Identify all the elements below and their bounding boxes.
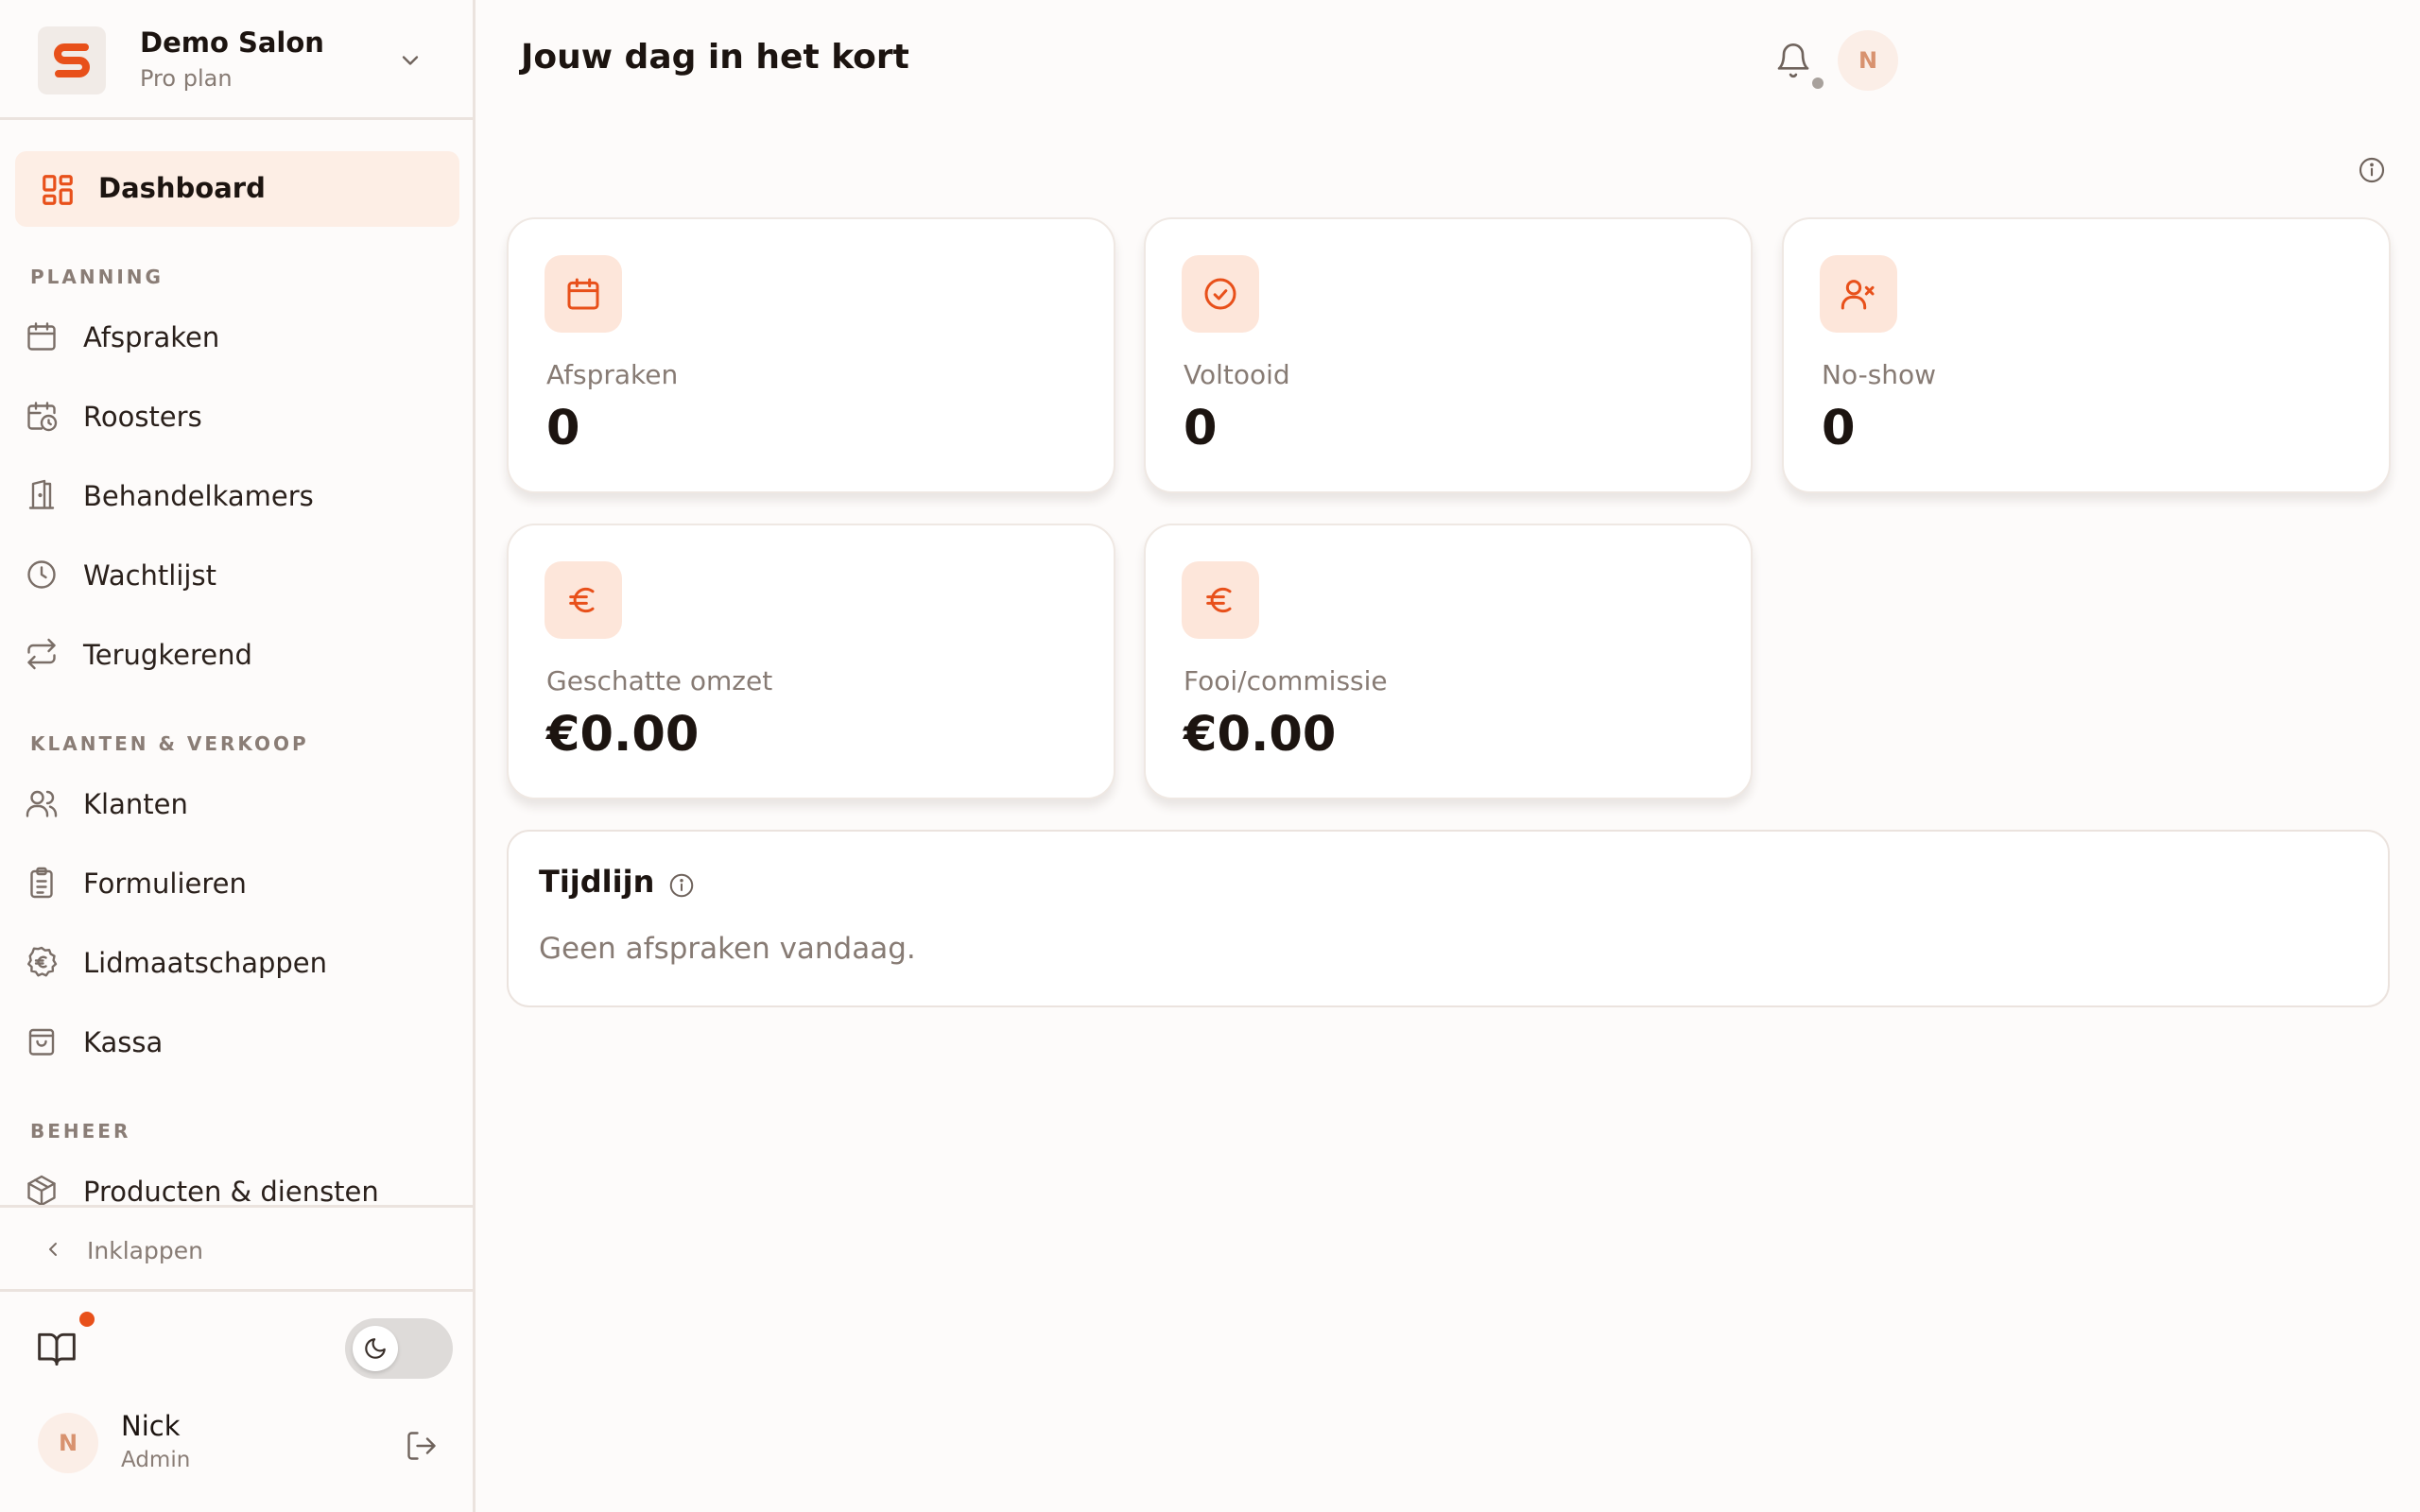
- salon-switcher[interactable]: Demo Salon Pro plan: [0, 0, 473, 120]
- salon-logo: [38, 26, 106, 94]
- stat-card-voltooid: Voltooid 0: [1144, 217, 1753, 493]
- timeline-empty-message: Geen afspraken vandaag.: [539, 932, 916, 966]
- sidebar-item-klanten[interactable]: Klanten: [15, 770, 459, 836]
- info-icon[interactable]: [2357, 155, 2387, 185]
- stat-label: No-show: [1822, 359, 1937, 390]
- sidebar-item-dashboard[interactable]: Dashboard: [15, 151, 459, 227]
- calendar-clock-icon: [25, 399, 59, 433]
- stat-label: Afspraken: [546, 359, 679, 390]
- sidebar-item-label: Formulieren: [83, 868, 247, 900]
- salon-plan: Pro plan: [140, 65, 233, 92]
- sidebar-item-label: Dashboard: [98, 172, 266, 204]
- sidebar-item-label: Lidmaatschappen: [83, 947, 328, 979]
- sidebar-item-label: Terugkerend: [83, 639, 252, 671]
- section-label-planning: PLANNING: [30, 266, 164, 288]
- collapse-label: Inklappen: [87, 1237, 203, 1264]
- stat-icon-box: [544, 255, 622, 333]
- stat-value: 0: [1184, 401, 1218, 456]
- sidebar-item-behandelkamers[interactable]: Behandelkamers: [15, 462, 459, 528]
- stat-value: 0: [1822, 401, 1856, 456]
- logout-icon[interactable]: [405, 1429, 439, 1463]
- user-avatar: N: [38, 1413, 98, 1473]
- sidebar-item-label: Wachtlijst: [83, 559, 216, 592]
- chevron-left-icon: [42, 1238, 64, 1261]
- users-icon: [25, 786, 59, 820]
- sidebar-item-roosters[interactable]: Roosters: [15, 383, 459, 449]
- calendar-icon: [25, 319, 59, 353]
- salon-name: Demo Salon: [140, 26, 324, 59]
- sidebar-item-label: Roosters: [83, 401, 202, 433]
- info-icon[interactable]: [667, 871, 696, 900]
- clipboard-list-icon: [25, 866, 59, 900]
- stat-icon-box: [544, 561, 622, 639]
- timeline-title: Tijdlijn: [539, 864, 655, 900]
- page-title: Jouw dag in het kort: [521, 38, 909, 77]
- theme-toggle-knob: [353, 1326, 398, 1371]
- dashboard-icon: [40, 172, 76, 208]
- user-name: Nick: [121, 1410, 181, 1442]
- notification-indicator: [1812, 77, 1824, 89]
- sidebar-item-label: Behandelkamers: [83, 480, 314, 512]
- sidebar-item-wachtlijst[interactable]: Wachtlijst: [15, 541, 459, 608]
- stat-label: Geschatte omzet: [546, 665, 773, 696]
- package-icon: [25, 1174, 59, 1205]
- sidebar-item-kassa[interactable]: Kassa: [15, 1008, 459, 1074]
- sidebar-item-lidmaatschappen[interactable]: Lidmaatschappen: [15, 929, 459, 995]
- notification-dot: [79, 1312, 95, 1327]
- sidebar-item-label: Kassa: [83, 1026, 164, 1058]
- stat-value: €0.00: [546, 707, 700, 763]
- stat-icon-box: [1182, 255, 1259, 333]
- section-label-klanten-verkoop: KLANTEN & VERKOOP: [30, 732, 309, 755]
- stat-value: €0.00: [1184, 707, 1337, 763]
- sidebar-item-afspraken[interactable]: Afspraken: [15, 303, 459, 369]
- stat-card-afspraken: Afspraken 0: [507, 217, 1115, 493]
- sidebar-item-formulieren[interactable]: Formulieren: [15, 850, 459, 916]
- sidebar-item-producten-diensten[interactable]: Producten & diensten: [15, 1158, 459, 1205]
- collapse-sidebar-button[interactable]: Inklappen: [0, 1205, 473, 1292]
- sidebar: Demo Salon Pro plan Dashboard PLANNING A…: [0, 0, 475, 1512]
- section-label-beheer: BEHEER: [30, 1120, 131, 1143]
- book-open-icon[interactable]: [36, 1328, 78, 1369]
- bell-icon[interactable]: [1774, 42, 1812, 79]
- header-avatar[interactable]: N: [1838, 30, 1898, 91]
- stat-value: 0: [546, 401, 580, 456]
- top-header: Jouw dag in het kort: [475, 0, 2420, 120]
- stat-card-fooi-commissie: Fooi/commissie €0.00: [1144, 524, 1753, 799]
- timeline-panel: Tijdlijn Geen afspraken vandaag.: [507, 830, 2390, 1007]
- stat-icon-box: [1182, 561, 1259, 639]
- euro-badge-icon: [25, 945, 59, 979]
- dark-mode-toggle[interactable]: [345, 1318, 453, 1379]
- stat-card-geschatte-omzet: Geschatte omzet €0.00: [507, 524, 1115, 799]
- stat-label: Voltooid: [1184, 359, 1290, 390]
- door-icon: [25, 478, 59, 512]
- sidebar-item-terugkerend[interactable]: Terugkerend: [15, 621, 459, 687]
- stat-card-no-show: No-show 0: [1782, 217, 2391, 493]
- sidebar-item-label: Afspraken: [83, 321, 220, 353]
- repeat-icon: [25, 637, 59, 671]
- sidebar-item-label: Producten & diensten: [83, 1176, 379, 1205]
- user-role: Admin: [121, 1448, 191, 1472]
- shopping-bag-icon: [25, 1024, 59, 1058]
- sidebar-item-label: Klanten: [83, 788, 188, 820]
- chevron-down-icon: [397, 47, 424, 74]
- clock-icon: [25, 558, 59, 592]
- stat-icon-box: [1820, 255, 1897, 333]
- stat-label: Fooi/commissie: [1184, 665, 1388, 696]
